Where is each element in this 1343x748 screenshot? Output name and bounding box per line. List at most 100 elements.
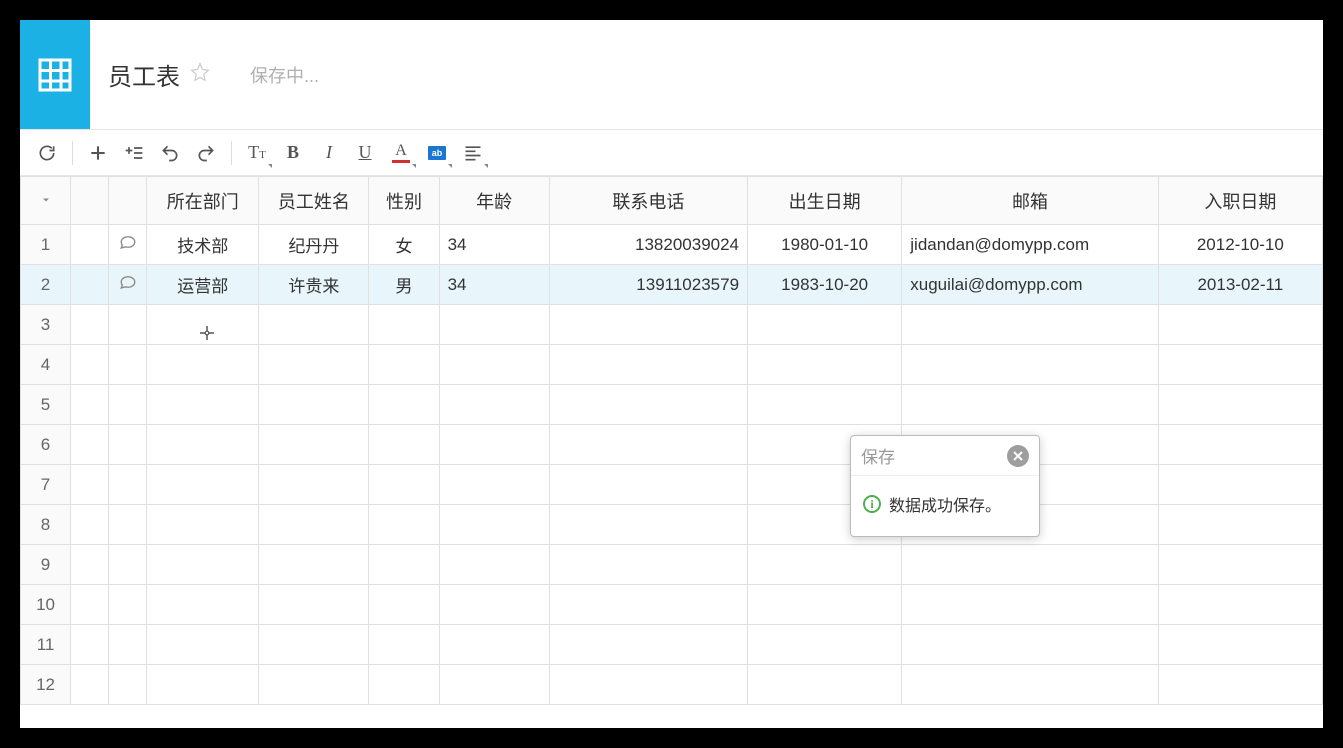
cell-dept[interactable] [147, 465, 259, 505]
cell-birth[interactable] [748, 545, 902, 585]
cell-age[interactable] [439, 625, 549, 665]
row-number[interactable]: 7 [21, 465, 71, 505]
row-comment[interactable] [109, 305, 147, 345]
row-expand[interactable] [71, 425, 109, 465]
cell-birth[interactable] [748, 345, 902, 385]
row-number[interactable]: 12 [21, 665, 71, 705]
cell-phone[interactable]: 13820039024 [549, 225, 747, 265]
row-comment[interactable] [109, 345, 147, 385]
column-header-dept[interactable]: 所在部门 [147, 177, 259, 225]
column-header-phone[interactable]: 联系电话 [549, 177, 747, 225]
cell-email[interactable] [902, 305, 1158, 345]
cell-dept[interactable] [147, 665, 259, 705]
row-comment[interactable] [109, 545, 147, 585]
cell-birth[interactable]: 1980-01-10 [748, 225, 902, 265]
cell-phone[interactable] [549, 625, 747, 665]
app-logo[interactable] [20, 20, 90, 129]
row-comment[interactable] [109, 465, 147, 505]
cell-email[interactable] [902, 625, 1158, 665]
cell-phone[interactable] [549, 345, 747, 385]
column-header-birth[interactable]: 出生日期 [748, 177, 902, 225]
cell-name[interactable] [259, 545, 369, 585]
cell-email[interactable] [902, 665, 1158, 705]
cell-birth[interactable] [748, 385, 902, 425]
cell-gender[interactable] [369, 545, 439, 585]
cell-phone[interactable]: 13911023579 [549, 265, 747, 305]
row-expand[interactable] [71, 265, 109, 305]
bg-color-button[interactable]: ab [420, 136, 454, 170]
cell-phone[interactable] [549, 465, 747, 505]
column-header-hire[interactable]: 入职日期 [1158, 177, 1322, 225]
table-row[interactable]: 1技术部纪丹丹女34138200390241980-01-10jidandan@… [21, 225, 1323, 265]
cell-birth[interactable] [748, 585, 902, 625]
row-comment[interactable] [109, 265, 147, 305]
cell-name[interactable] [259, 345, 369, 385]
cell-age[interactable] [439, 425, 549, 465]
cell-dept[interactable] [147, 505, 259, 545]
row-expand[interactable] [71, 305, 109, 345]
dialog-header[interactable]: 保存 [851, 436, 1039, 476]
cell-phone[interactable] [549, 305, 747, 345]
row-number[interactable]: 2 [21, 265, 71, 305]
column-header-email[interactable]: 邮箱 [902, 177, 1158, 225]
cell-name[interactable] [259, 585, 369, 625]
column-header-age[interactable]: 年龄 [439, 177, 549, 225]
italic-button[interactable]: I [312, 136, 346, 170]
row-number[interactable]: 3 [21, 305, 71, 345]
row-number[interactable]: 11 [21, 625, 71, 665]
row-expand[interactable] [71, 385, 109, 425]
cell-dept[interactable] [147, 425, 259, 465]
cell-dept[interactable] [147, 585, 259, 625]
document-title[interactable]: 员工表 [108, 57, 180, 92]
cell-age[interactable] [439, 545, 549, 585]
row-expand[interactable] [71, 545, 109, 585]
cell-hire[interactable] [1158, 465, 1322, 505]
table-row[interactable]: 11 [21, 625, 1323, 665]
cell-email[interactable] [902, 585, 1158, 625]
undo-button[interactable] [153, 136, 187, 170]
cell-name[interactable] [259, 425, 369, 465]
cell-birth[interactable]: 1983-10-20 [748, 265, 902, 305]
table-row[interactable]: 10 [21, 585, 1323, 625]
cell-email[interactable]: jidandan@domypp.com [902, 225, 1158, 265]
cell-name[interactable]: 纪丹丹 [259, 225, 369, 265]
cell-gender[interactable]: 女 [369, 225, 439, 265]
column-header-name[interactable]: 员工姓名 [259, 177, 369, 225]
cell-hire[interactable] [1158, 585, 1322, 625]
table-row[interactable]: 6 [21, 425, 1323, 465]
row-number[interactable]: 4 [21, 345, 71, 385]
table-row[interactable]: 3 [21, 305, 1323, 345]
cell-name[interactable] [259, 665, 369, 705]
row-number[interactable]: 8 [21, 505, 71, 545]
cell-age[interactable] [439, 585, 549, 625]
bold-button[interactable]: B [276, 136, 310, 170]
cell-email[interactable] [902, 385, 1158, 425]
cell-birth[interactable] [748, 625, 902, 665]
table-row[interactable]: 9 [21, 545, 1323, 585]
cell-hire[interactable] [1158, 345, 1322, 385]
refresh-button[interactable] [30, 136, 64, 170]
cell-email[interactable] [902, 345, 1158, 385]
font-color-button[interactable]: A [384, 136, 418, 170]
row-expand[interactable] [71, 505, 109, 545]
row-number[interactable]: 5 [21, 385, 71, 425]
redo-button[interactable] [189, 136, 223, 170]
row-expand[interactable] [71, 585, 109, 625]
cell-gender[interactable] [369, 465, 439, 505]
cell-phone[interactable] [549, 425, 747, 465]
cell-name[interactable] [259, 385, 369, 425]
table-row[interactable]: 2运营部许贵来男34139110235791983-10-20xuguilai@… [21, 265, 1323, 305]
cell-hire[interactable] [1158, 545, 1322, 585]
cell-hire[interactable] [1158, 425, 1322, 465]
table-row[interactable]: 8 [21, 505, 1323, 545]
underline-button[interactable]: U [348, 136, 382, 170]
cell-dept[interactable]: 运营部 [147, 265, 259, 305]
row-expand[interactable] [71, 625, 109, 665]
row-expand[interactable] [71, 465, 109, 505]
cell-gender[interactable] [369, 585, 439, 625]
cell-gender[interactable] [369, 665, 439, 705]
row-comment[interactable] [109, 385, 147, 425]
cell-gender[interactable] [369, 305, 439, 345]
cell-dept[interactable] [147, 385, 259, 425]
cell-hire[interactable] [1158, 665, 1322, 705]
